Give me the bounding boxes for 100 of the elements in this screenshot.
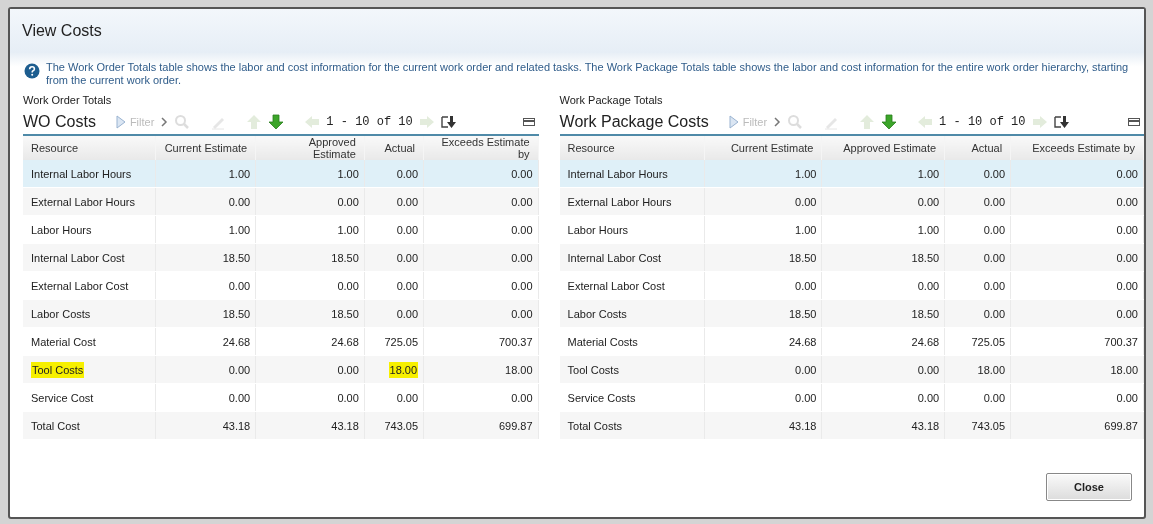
table-row[interactable]: External Labor Hours 0.00 0.00 0.00 0.00 [559, 187, 1144, 216]
column-header[interactable]: Actual [364, 136, 424, 160]
table-row[interactable]: External Labor Hours 0.00 0.00 0.00 0.00 [23, 187, 539, 216]
triangle-icon [728, 114, 739, 129]
table-row[interactable]: Tool Costs 0.00 0.00 18.00 18.00 [23, 355, 539, 384]
table-cell: 0.00 [396, 391, 419, 404]
table-row[interactable]: Service Cost 0.00 0.00 0.00 0.00 [23, 383, 539, 412]
table-cell: 0.00 [228, 391, 251, 404]
download-icon[interactable] [1053, 114, 1070, 129]
column-header[interactable]: Exceeds Estimate by [1010, 136, 1144, 160]
table-row[interactable]: Labor Costs 18.50 18.50 0.00 0.00 [559, 299, 1144, 328]
table-cell: 18.50 [788, 251, 817, 264]
table-cell: Material Cost [31, 335, 96, 348]
table-cell: 18.50 [331, 307, 359, 320]
column-header[interactable]: Current Estimate [704, 136, 822, 160]
table-row[interactable]: Labor Hours 1.00 1.00 0.00 0.00 [559, 215, 1144, 244]
table-cell: 0.00 [396, 307, 419, 320]
table-cell: 0.00 [1116, 251, 1138, 264]
down-arrow-icon[interactable] [268, 113, 285, 130]
table-cell: External Labor Hours [31, 195, 135, 208]
column-header[interactable]: Exceeds Estimate by [423, 136, 539, 160]
table-cell: Service Cost [31, 391, 94, 404]
table-cell: 0.00 [396, 223, 419, 236]
minimize-icon[interactable] [522, 117, 535, 126]
column-header[interactable]: Resource [23, 136, 156, 160]
table-cell: Service Costs [567, 391, 636, 404]
table-cell: 18.50 [222, 307, 251, 320]
table-cell: 1.00 [228, 223, 251, 236]
table-row[interactable]: Material Cost 24.68 24.68 725.05 700.37 [23, 327, 539, 356]
table-cell: 24.68 [222, 335, 251, 348]
column-header[interactable]: Current Estimate [155, 136, 256, 160]
column-header[interactable]: Approved Estimate [255, 136, 365, 160]
table-cell: 18.50 [331, 251, 359, 264]
minimize-icon[interactable] [1128, 117, 1140, 126]
table-cell: 18.00 [505, 363, 533, 376]
table-cell: 0.00 [1116, 167, 1138, 180]
table-cell: 0.00 [396, 251, 419, 264]
table-cell: 699.87 [498, 419, 533, 432]
table-cell: 0.00 [511, 251, 533, 264]
table-cell: 1.00 [795, 223, 817, 236]
table-row[interactable]: Tool Costs 0.00 0.00 18.00 18.00 [559, 355, 1144, 384]
table-cell: 0.00 [511, 195, 533, 208]
table-cell: 0.00 [1116, 223, 1138, 236]
table-cell: 18.00 [388, 361, 419, 378]
table-cell: Internal Labor Hours [567, 167, 668, 180]
section-label: Work Package Totals [559, 94, 664, 108]
up-arrow-icon[interactable] [859, 113, 876, 130]
column-header[interactable]: Resource [559, 136, 705, 160]
table-cell: Internal Labor Cost [567, 251, 662, 264]
table-row[interactable]: Labor Hours 1.00 1.00 0.00 0.00 [23, 215, 539, 244]
table-cell: 0.00 [983, 167, 1006, 180]
table-row[interactable]: Internal Labor Cost 18.50 18.50 0.00 0.00 [23, 243, 539, 272]
up-arrow-icon[interactable] [246, 113, 263, 130]
table-row[interactable]: Service Costs 0.00 0.00 0.00 0.00 [559, 383, 1144, 412]
table-cell: 24.68 [331, 335, 359, 348]
table-cell: 0.00 [1116, 195, 1138, 208]
column-header[interactable]: Approved Estimate [821, 136, 945, 160]
table-row[interactable]: External Labor Cost 0.00 0.00 0.00 0.00 [23, 271, 539, 300]
table-cell: 18.50 [911, 307, 940, 320]
table-row[interactable]: Internal Labor Cost 18.50 18.50 0.00 0.00 [559, 243, 1144, 272]
help-icon [24, 63, 40, 79]
download-icon[interactable] [440, 114, 457, 129]
table-cell: 18.50 [222, 251, 251, 264]
table-cell: Internal Labor Hours [31, 167, 132, 180]
table-cell: 24.68 [788, 335, 817, 348]
table-cell: 0.00 [795, 279, 817, 292]
left-arrow-icon[interactable] [304, 114, 321, 129]
pager-text: 1 - 10 of 10 [939, 114, 1026, 129]
table-cell: 43.18 [222, 419, 251, 432]
table-cell: 0.00 [795, 195, 817, 208]
table-cell: 700.37 [498, 335, 533, 348]
table-row[interactable]: External Labor Cost 0.00 0.00 0.00 0.00 [559, 271, 1144, 300]
table-cell: 0.00 [511, 223, 533, 236]
right-arrow-icon[interactable] [418, 114, 435, 129]
table-cell: 43.18 [331, 419, 359, 432]
table-cell: 0.00 [396, 279, 419, 292]
pager-text: 1 - 10 of 10 [326, 114, 413, 129]
search-icon[interactable] [787, 113, 804, 130]
table-cell: Material Costs [567, 335, 638, 348]
chevron-icon[interactable] [773, 115, 782, 128]
table-cell: 0.00 [228, 363, 251, 376]
chevron-icon[interactable] [160, 115, 169, 128]
table-cell: 0.00 [1116, 391, 1138, 404]
column-header[interactable]: Actual [944, 136, 1011, 160]
table-row[interactable]: Total Costs 43.18 43.18 743.05 699.87 [559, 411, 1144, 440]
table-row[interactable]: Internal Labor Hours 1.00 1.00 0.00 0.00 [559, 160, 1144, 188]
table-row[interactable]: Material Costs 24.68 24.68 725.05 700.37 [559, 327, 1144, 356]
table-cell: 0.00 [983, 279, 1006, 292]
left-arrow-icon[interactable] [917, 114, 934, 129]
table-cell: 743.05 [971, 419, 1006, 432]
search-icon[interactable] [174, 113, 191, 130]
down-arrow-icon[interactable] [881, 113, 898, 130]
right-arrow-icon[interactable] [1031, 114, 1048, 129]
table-row[interactable]: Labor Costs 18.50 18.50 0.00 0.00 [23, 299, 539, 328]
table-cell: 0.00 [983, 223, 1006, 236]
table-cell: 0.00 [337, 195, 359, 208]
table-row[interactable]: Internal Labor Hours 1.00 1.00 0.00 0.00 [23, 160, 539, 188]
table-row[interactable]: Total Cost 43.18 43.18 743.05 699.87 [23, 411, 539, 440]
table-cell: External Labor Cost [31, 279, 129, 292]
close-button[interactable]: Close [1046, 473, 1132, 501]
